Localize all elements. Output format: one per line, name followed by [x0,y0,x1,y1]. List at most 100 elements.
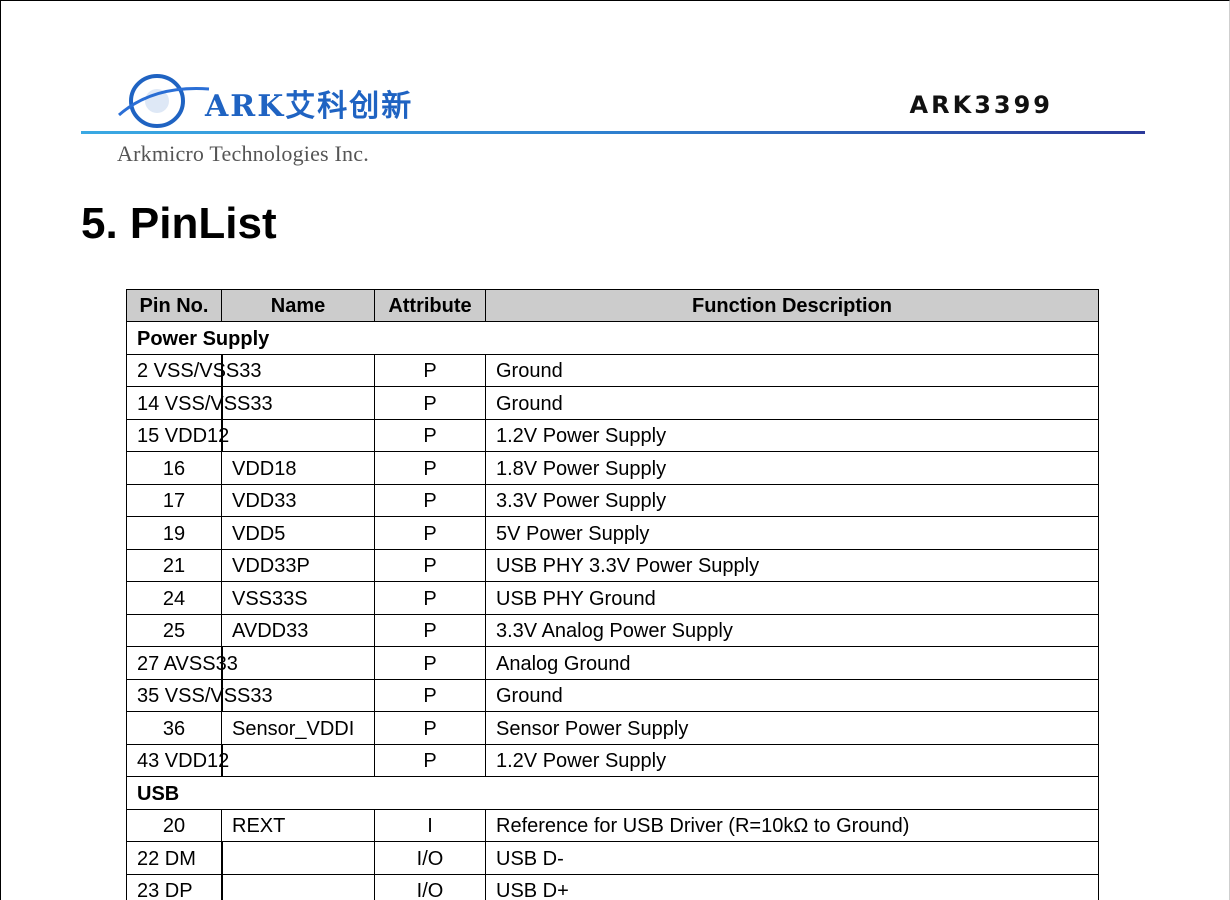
table-row: 35 VSS/VSS33 P Ground [126,678,1099,712]
pin-description: Reference for USB Driver (R=10kΩ to Grou… [485,808,1099,842]
pin-attribute: I/O [374,873,486,900]
header-rule [81,131,1145,134]
group-row: Power Supply [126,321,1099,355]
column-divider [221,842,223,874]
pin-attribute: P [374,418,486,452]
pin-attribute: P [374,548,486,582]
pin-attribute: P [374,353,486,387]
pin-attribute: P [374,516,486,550]
pin-name-cell: 35 VSS/VSS33 [126,678,375,712]
pin-number: 24 [126,581,222,615]
pin-name-text: 43 VDD12 [137,750,230,772]
pin-name-cell: 15 VDD12 [126,418,375,452]
pin-attribute: P [374,451,486,485]
group-row: USB [126,776,1099,810]
pin-attribute: I/O [374,841,486,875]
pin-name-text: 22 DM [137,847,196,870]
table-row: 23 DP I/O USB D+ [126,873,1099,900]
pin-name-text: 23 DP [137,880,193,900]
pin-attribute: I [374,808,486,842]
pin-attribute: P [374,483,486,517]
table-row: 15 VDD12 P 1.2V Power Supply [126,418,1099,452]
pin-number: 25 [126,613,222,647]
ark-logo: ARK艾科创新 [113,67,411,129]
column-divider [221,874,223,900]
pin-description: 1.2V Power Supply [485,743,1099,777]
table-row: 27 AVSS33 P Analog Ground [126,646,1099,680]
pin-description: Ground [485,353,1099,387]
col-header-attribute: Attribute [374,289,486,322]
pin-name: VDD33 [221,483,375,517]
pin-number: 19 [126,516,222,550]
document-page: ARK艾科创新 ARK3399 Arkmicro Technologies In… [0,0,1230,900]
table-body: Power Supply 2 VSS/VSS33 P Ground 14 VSS/VSS… [126,321,1099,900]
table-row: 14 VSS/VSS33 P Ground [126,386,1099,420]
pin-name-cell: 2 VSS/VSS33 [126,353,375,387]
pin-description: USB D+ [485,873,1099,900]
group-title: Power Supply [126,321,1099,355]
pin-name-text: 35 VSS/VSS33 [137,685,273,707]
col-header-name: Name [221,289,375,322]
pin-name: REXT [221,808,375,842]
pin-name-text: 27 AVSS33 [137,652,238,675]
pin-name-cell: 43 VDD12 [126,743,375,777]
pin-description: Ground [485,386,1099,420]
pin-name: VDD18 [221,451,375,485]
table-row: 19 VDD5 P 5V Power Supply [126,516,1099,550]
column-divider [221,744,223,776]
table-header-row: Pin No. Name Attribute Function Descript… [126,289,1099,322]
pin-attribute: P [374,581,486,615]
table-row: 36 Sensor_VDDI P Sensor Power Supply [126,711,1099,745]
pin-name-text: 14 VSS/VSS33 [137,392,273,415]
group-title: USB [126,776,1099,810]
table-row: 16 VDD18 P 1.8V Power Supply [126,451,1099,485]
pin-name: Sensor_VDDI [221,711,375,745]
pin-description: 5V Power Supply [485,516,1099,550]
column-divider [221,354,223,386]
section-title: 5. PinList [81,199,277,248]
pin-description: Ground [485,678,1099,712]
pin-name: VSS33S [221,581,375,615]
pin-number: 17 [126,483,222,517]
company-name: Arkmicro Technologies Inc. [117,141,369,166]
pin-name-cell: 14 VSS/VSS33 [126,386,375,420]
pin-attribute: P [374,743,486,777]
table-row: 2 VSS/VSS33 P Ground [126,353,1099,387]
table-row: 24 VSS33S P USB PHY Ground [126,581,1099,615]
pin-number: 16 [126,451,222,485]
pin-name-cell: 23 DP [126,873,375,900]
pin-name-cell: 27 AVSS33 [126,646,375,680]
table-row: 22 DM I/O USB D- [126,841,1099,875]
column-divider [221,647,223,679]
pin-description: 1.2V Power Supply [485,418,1099,452]
pin-description: 3.3V Analog Power Supply [485,613,1099,647]
table-row: 43 VDD12 P 1.2V Power Supply [126,743,1099,777]
ark-swoosh-icon [118,74,210,128]
pin-number: 21 [126,548,222,582]
pin-description: Sensor Power Supply [485,711,1099,745]
pin-description: USB PHY Ground [485,581,1099,615]
col-header-description: Function Description [485,289,1099,322]
col-header-pin: Pin No. [126,289,222,322]
pin-attribute: P [374,613,486,647]
pin-attribute: P [374,646,486,680]
pin-attribute: P [374,386,486,420]
column-divider [221,387,223,419]
column-divider [221,679,223,711]
table-row: 21 VDD33P P USB PHY 3.3V Power Supply [126,548,1099,582]
column-divider [221,419,223,451]
pin-number: 20 [126,808,222,842]
pin-name: AVDD33 [221,613,375,647]
pin-description: USB PHY 3.3V Power Supply [485,548,1099,582]
table-row: 20 REXT I Reference for USB Driver (R=10kΩ … [126,808,1099,842]
pin-name: VDD5 [221,516,375,550]
pin-description: Analog Ground [485,646,1099,680]
pin-name-cell: 22 DM [126,841,375,875]
pin-list-table: Pin No. Name Attribute Function Descript… [126,289,1099,900]
pin-description: 3.3V Power Supply [485,483,1099,517]
pin-name-text: 15 VDD12 [137,425,230,447]
pin-name-text: 2 VSS/VSS33 [137,360,262,382]
pin-description: USB D- [485,841,1099,875]
table-row: 25 AVDD33 P 3.3V Analog Power Supply [126,613,1099,647]
model-number: ARK3399 [909,91,1053,119]
